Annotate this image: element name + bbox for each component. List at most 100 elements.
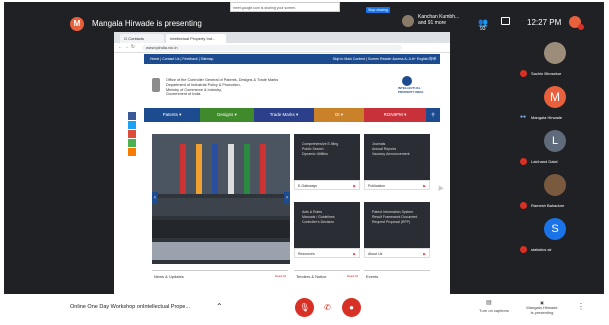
tenders-notice-box[interactable]: Tenders & Notice Read All <box>294 270 360 294</box>
participant-tile[interactable]: Ramesh Bahadure <box>514 172 604 212</box>
browser-tab-ipindia[interactable]: Intellectual Property Ind... <box>166 34 226 43</box>
emblem-icon <box>152 78 160 92</box>
tile-footer: About Us ▶ <box>364 248 430 258</box>
carousel-next-button[interactable]: › <box>284 192 290 204</box>
more-options-icon[interactable]: ⋮ <box>577 302 585 311</box>
captions-button[interactable]: Turn on captions <box>474 308 514 313</box>
news-read-all-link[interactable]: Read All <box>275 274 286 278</box>
events-box[interactable]: Events <box>364 270 430 294</box>
sharing-notice: meet.google.com is sharing your screen. <box>230 2 340 12</box>
participant-summary[interactable]: Kanchan Kumbh... and 91 more <box>418 14 459 26</box>
end-call-button[interactable]: ✆ <box>318 298 337 317</box>
office-title: Office of the Controller General of Pate… <box>166 78 278 97</box>
participant-name: Ramesh Bahadure <box>531 203 565 208</box>
tile-footer: E-Gateways ▶ <box>294 180 360 190</box>
arrow-icon: ▶ <box>353 252 356 256</box>
site-top-links-left[interactable]: Home | Contact Us | Feedback | Sitemap <box>150 57 213 61</box>
youtube-icon[interactable] <box>128 130 136 138</box>
flag <box>196 144 202 194</box>
speaking-icon: ●● <box>520 114 527 120</box>
presenting-label: Mangala Hirwade is presenting <box>92 19 202 28</box>
mic-off-icon <box>520 158 527 165</box>
participant-tile[interactable]: Sachin Bhosekar <box>514 40 604 80</box>
url-input[interactable]: www.ipindia.nic.in <box>142 45 402 51</box>
menu-patents[interactable]: Patents ▾ <box>144 108 200 122</box>
participant-photo <box>544 42 566 64</box>
presenter-avatar: M <box>70 17 84 31</box>
website: Home | Contact Us | Feedback | Sitemap S… <box>128 54 440 294</box>
search-icon[interactable]: ⚲ <box>426 108 440 122</box>
participant-name: Sachin Bhosekar <box>531 71 562 76</box>
tile-resources[interactable]: Acts & Rules Manuals / Guidelines Contro… <box>294 202 360 258</box>
social-links <box>128 112 136 157</box>
people-row <box>152 242 290 260</box>
menu-rgniipm[interactable]: RGNIIPM ▾ <box>364 108 426 122</box>
arrow-icon: ▶ <box>353 184 356 188</box>
participant-name: statistics sir <box>531 247 552 252</box>
meeting-title[interactable]: Online One Day Workshop onIntellectual P… <box>70 304 190 310</box>
presenting-suffix: is presenting <box>530 310 554 315</box>
tile-footer-label: About Us <box>368 252 383 256</box>
menu-trade-marks[interactable]: Trade Marks ▾ <box>254 108 314 122</box>
people-count: 93 <box>480 26 486 32</box>
tenders-title: Tenders & Notice <box>296 274 327 279</box>
photo-carousel[interactable]: ‹ › <box>152 134 290 264</box>
mic-off-icon <box>520 246 527 253</box>
site-menu-bar: Patents ▾ Designs ▾ Trade Marks ▾ GI ▾ R… <box>144 108 440 122</box>
carousel-backdrop <box>152 134 290 194</box>
camera-off-button[interactable]: ● <box>342 298 361 317</box>
participant-name: Mangala Hirwade <box>531 115 563 120</box>
tile-links: Journals Annual Reports Vacancy Announce… <box>372 142 410 156</box>
meet-window: M Mangala Hirwade is presenting Kanchan … <box>4 2 604 324</box>
ip-india-logo[interactable]: INTELLECTUAL PROPERTY INDIA <box>398 76 428 98</box>
tile-links: Patent Information System Result Framewo… <box>372 210 418 224</box>
twitter-icon[interactable] <box>128 121 136 129</box>
arrow-icon: ▶ <box>423 184 426 188</box>
presenting-status[interactable]: ▣ Mangala Hirwade is presenting <box>520 300 564 315</box>
stop-sharing-button[interactable]: Stop sharing <box>366 7 390 13</box>
nav-arrows-icon[interactable]: ← → ↻ <box>118 44 135 50</box>
clock: 12:27 PM <box>527 18 562 27</box>
tile-e-gateways[interactable]: Comprehensive E-filing Public Search Dyn… <box>294 134 360 190</box>
notification-badge <box>578 24 584 30</box>
tab-strip: G Contacts Intellectual Property Ind... <box>114 32 450 43</box>
participant-tile[interactable]: L Lalchand Dalal <box>514 128 604 168</box>
participant-avatar <box>402 15 414 27</box>
tenders-read-all-link[interactable]: Read All <box>347 274 358 278</box>
participant-tile[interactable]: M ●● Mangala Hirwade <box>514 84 604 124</box>
tile-footer-label: E-Gateways <box>298 184 318 188</box>
share-icon[interactable] <box>128 139 136 147</box>
tile-publication[interactable]: Journals Annual Reports Vacancy Announce… <box>364 134 430 190</box>
rss-icon[interactable] <box>128 148 136 156</box>
captions-icon[interactable]: ▤ <box>486 299 492 306</box>
facebook-icon[interactable] <box>128 112 136 120</box>
ip-india-logo-icon <box>402 76 412 86</box>
carousel-people <box>152 194 290 264</box>
site-accessibility-links[interactable]: Skip to Main Content | Screen Reader Acc… <box>333 54 436 64</box>
mic-off-icon <box>520 202 527 209</box>
flag <box>260 144 266 194</box>
chevron-up-icon[interactable]: ⌃ <box>216 302 223 311</box>
people-row <box>152 198 290 216</box>
menu-designs[interactable]: Designs ▾ <box>200 108 254 122</box>
news-updates-box[interactable]: News & Updates Read All <box>152 270 288 294</box>
bottom-bar: Online One Day Workshop onIntellectual P… <box>4 294 604 324</box>
tile-footer: Publication ▶ <box>364 180 430 190</box>
chat-icon[interactable] <box>501 17 510 25</box>
logo-line-2: PROPERTY INDIA <box>398 89 424 94</box>
menu-gi[interactable]: GI ▾ <box>314 108 364 122</box>
flag <box>212 144 218 194</box>
mic-off-button[interactable]: 🎙 <box>295 298 314 317</box>
flag <box>180 144 186 194</box>
tile-about-us[interactable]: Patent Information System Result Framewo… <box>364 202 430 258</box>
news-updates-title: News & Updates <box>154 274 184 279</box>
flag <box>228 144 234 194</box>
participant-tile[interactable]: S statistics sir <box>514 216 604 256</box>
carousel-prev-button[interactable]: ‹ <box>152 192 158 204</box>
participant-initial: M <box>544 86 566 108</box>
flag <box>244 144 250 194</box>
browser-tab-contacts[interactable]: G Contacts <box>120 34 164 43</box>
participant-summary-count: and 91 more <box>418 20 447 26</box>
window: M Mangala Hirwade is presenting Kanchan … <box>0 0 609 325</box>
participant-name: Lalchand Dalal <box>531 159 558 164</box>
